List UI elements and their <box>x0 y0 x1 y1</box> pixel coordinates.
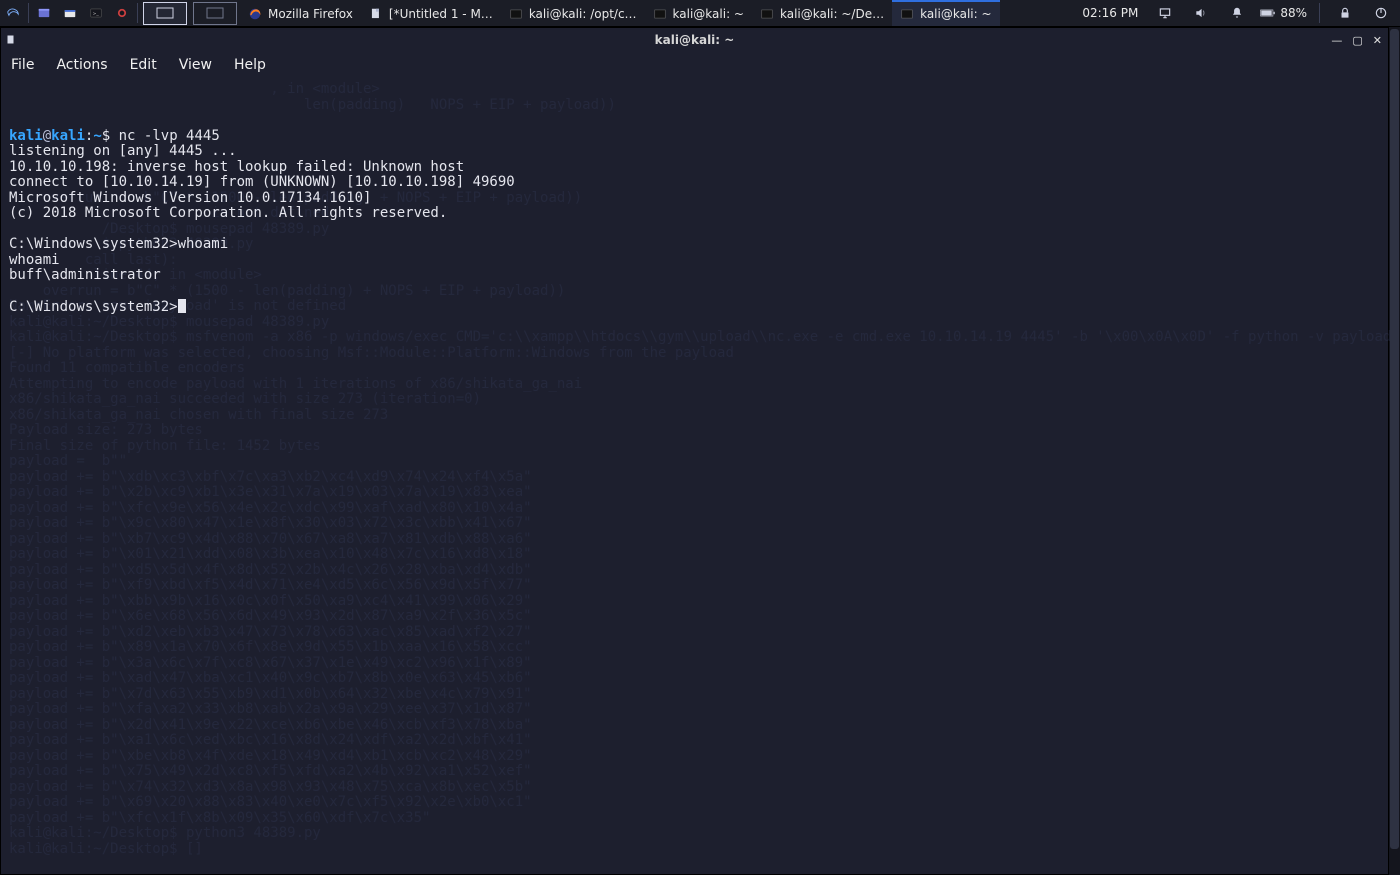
file-manager-icon[interactable] <box>57 0 83 27</box>
separator <box>137 3 138 23</box>
separator <box>28 3 29 23</box>
panel-launchers: >_ <box>0 0 240 26</box>
burp-launcher-icon[interactable] <box>109 0 135 27</box>
terminal-window: kali@kali: ~ — ▢ ✕ File Actions Edit Vie… <box>0 27 1389 875</box>
taskbar: Mozilla Firefox [*Untitled 1 - M… kali@k… <box>240 0 1078 26</box>
workspace-1[interactable] <box>143 2 187 25</box>
menu-actions[interactable]: Actions <box>56 57 107 73</box>
window-icon <box>1 33 21 47</box>
menu-file[interactable]: File <box>11 57 34 73</box>
task-editor[interactable]: [*Untitled 1 - M… <box>361 0 501 26</box>
terminal-body[interactable]: , in <module> len(padding) NOPS + EIP + … <box>1 78 1388 874</box>
lock-icon[interactable] <box>1332 0 1358 27</box>
menu-edit[interactable]: Edit <box>130 57 157 73</box>
task-label: kali@kali: /opt/c… <box>529 7 637 21</box>
task-label: kali@kali: ~ <box>673 7 744 21</box>
show-desktop-icon[interactable] <box>31 0 57 27</box>
task-label: Mozilla Firefox <box>268 7 353 21</box>
kali-menu-icon[interactable] <box>0 0 26 27</box>
separator <box>1319 3 1320 23</box>
window-buttons: — ▢ ✕ <box>1331 34 1388 47</box>
titlebar[interactable]: kali@kali: ~ — ▢ ✕ <box>1 28 1388 52</box>
power-icon[interactable] <box>1368 0 1394 27</box>
window-title: kali@kali: ~ <box>655 33 735 47</box>
battery-indicator[interactable]: 88% <box>1260 6 1307 20</box>
terminal-icon <box>509 7 523 21</box>
terminal-output: kali@kali:~$ nc -lvp 4445 listening on [… <box>9 129 1380 316</box>
svg-text:>_: >_ <box>93 11 100 17</box>
scrollbar-thumb[interactable] <box>1390 29 1399 849</box>
task-term-home1[interactable]: kali@kali: ~ <box>645 0 752 26</box>
workspace-2[interactable] <box>193 2 237 25</box>
task-firefox[interactable]: Mozilla Firefox <box>240 0 361 26</box>
task-label: kali@kali: ~/De… <box>780 7 884 21</box>
monitor-icon[interactable] <box>1152 0 1178 27</box>
menubar: File Actions Edit View Help <box>1 52 1388 78</box>
task-term-opt[interactable]: kali@kali: /opt/c… <box>501 0 645 26</box>
close-button[interactable]: ✕ <box>1373 34 1382 47</box>
task-label: [*Untitled 1 - M… <box>389 7 493 21</box>
menu-view[interactable]: View <box>179 57 212 73</box>
terminal-icon <box>760 7 774 21</box>
minimize-button[interactable]: — <box>1331 34 1342 47</box>
battery-pct: 88% <box>1280 6 1307 20</box>
top-panel: >_ Mozilla Firefox [*Untitled 1 - M… kal… <box>0 0 1400 27</box>
maximize-button[interactable]: ▢ <box>1352 34 1362 47</box>
terminal-launcher-icon[interactable]: >_ <box>83 0 109 27</box>
menu-help[interactable]: Help <box>234 57 266 73</box>
task-label: kali@kali: ~ <box>920 7 991 21</box>
clock[interactable]: 02:16 PM <box>1078 6 1142 20</box>
terminal-icon <box>653 7 667 21</box>
firefox-icon <box>248 7 262 21</box>
panel-tray: 02:16 PM 88% <box>1078 0 1400 26</box>
task-term-home2[interactable]: kali@kali: ~ <box>892 0 999 26</box>
notifications-icon[interactable] <box>1224 0 1250 27</box>
volume-icon[interactable] <box>1188 0 1214 27</box>
scrollbar[interactable] <box>1389 27 1400 875</box>
doc-icon <box>369 7 383 21</box>
task-term-desktop[interactable]: kali@kali: ~/De… <box>752 0 892 26</box>
terminal-icon <box>900 7 914 21</box>
